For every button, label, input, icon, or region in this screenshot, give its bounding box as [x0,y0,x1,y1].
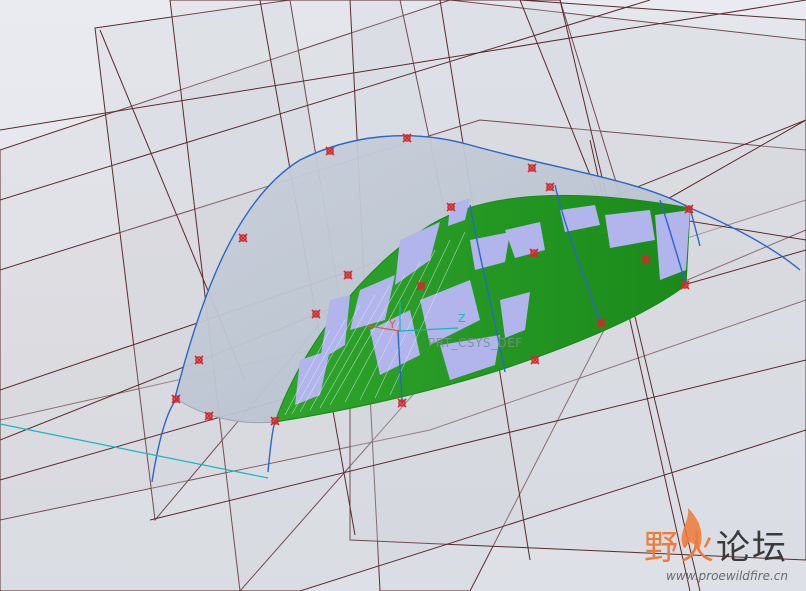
vertex-marker [529,248,539,258]
vertex-marker [416,281,426,291]
vertex-marker [684,204,694,214]
vertex-marker [596,318,606,328]
vertex-marker [397,398,407,408]
graphics-viewport[interactable]: Y Z PRT_CSYS_DEF 野火论坛 www.proewildfire.c… [0,0,806,591]
vertex-marker [402,133,412,143]
watermark-title-part2: 论坛 [716,528,788,568]
vertex-marker [194,355,204,365]
forum-watermark: 野火论坛 www.proewildfire.cn [644,529,788,583]
vertex-marker [641,254,651,264]
vertex-marker [527,163,537,173]
vertex-marker [204,411,214,421]
watermark-title-part1: 野火 [644,528,716,568]
vertex-marker [270,416,280,426]
csys-y-label: Y [389,318,396,331]
vertex-marker [325,146,335,156]
vertex-marker [343,270,353,280]
model-canvas[interactable] [0,0,806,591]
watermark-url: www.proewildfire.cn [666,569,788,583]
vertex-marker [171,394,181,404]
vertex-marker [446,202,456,212]
csys-label: PRT_CSYS_DEF [428,336,523,350]
vertex-marker [680,280,690,290]
vertex-marker [545,182,555,192]
vertex-marker [530,355,540,365]
vertex-marker [238,233,248,243]
watermark-title: 野火论坛 [644,529,788,567]
csys-z-label: Z [458,312,466,325]
vertex-marker [311,309,321,319]
